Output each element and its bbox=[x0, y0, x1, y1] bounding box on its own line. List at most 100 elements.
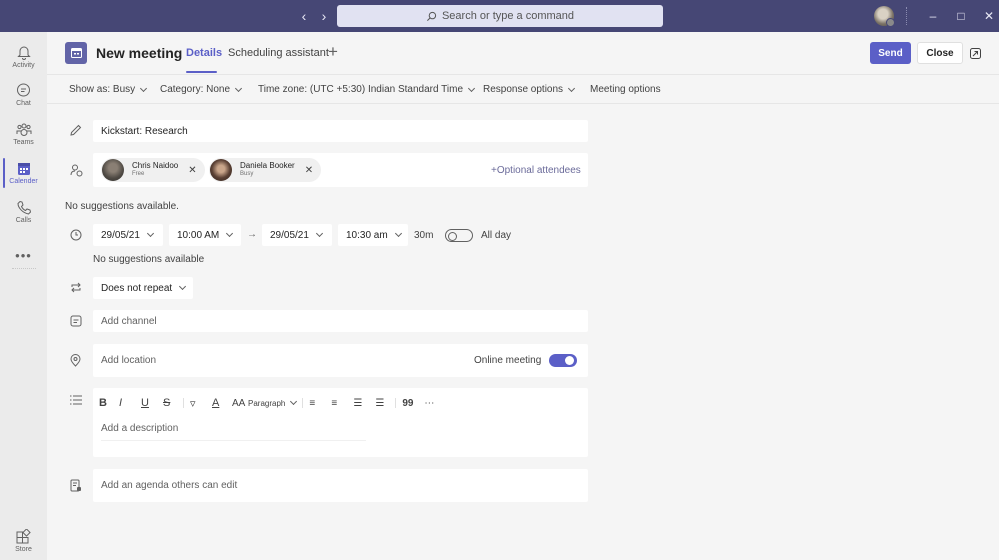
rail-item-calendar[interactable]: Calender bbox=[0, 154, 47, 192]
back-button[interactable]: ‹ bbox=[298, 8, 310, 24]
rail-item-calls[interactable]: Calls bbox=[0, 193, 47, 231]
optional-attendees-link[interactable]: +Optional attendees bbox=[491, 165, 581, 176]
title-input[interactable]: Kickstart: Research bbox=[93, 120, 588, 142]
rail-label: Chat bbox=[16, 100, 31, 107]
close-window-button[interactable]: ✕ bbox=[975, 9, 999, 23]
chevron-down-icon bbox=[146, 229, 154, 238]
remove-attendee-button[interactable]: ✕ bbox=[188, 165, 196, 176]
title-bar: ‹ › Search or type a command – □ ✕ bbox=[0, 0, 999, 32]
list-icon bbox=[70, 395, 82, 405]
more-apps-button[interactable]: ••• bbox=[0, 248, 47, 263]
numbered-list-button[interactable]: ☰ bbox=[375, 398, 389, 409]
chevron-down-icon bbox=[140, 84, 148, 92]
rail-item-store[interactable]: Store bbox=[0, 522, 47, 560]
store-icon bbox=[16, 529, 31, 544]
repeat-icon bbox=[71, 282, 81, 293]
divider bbox=[302, 398, 304, 408]
popout-button[interactable] bbox=[970, 46, 981, 64]
close-button[interactable]: Close bbox=[917, 42, 963, 64]
attendee-info: Daniela Booker Busy bbox=[240, 161, 295, 179]
meeting-options-label: Meeting options bbox=[590, 84, 661, 95]
attendee-chip[interactable]: Daniela Booker Busy ✕ bbox=[209, 158, 322, 182]
strikethrough-button[interactable]: S bbox=[163, 397, 177, 409]
attendee-status: Busy bbox=[240, 171, 254, 177]
minimize-button[interactable]: – bbox=[919, 9, 947, 23]
show-as-dropdown[interactable]: Show as: Busy bbox=[69, 84, 148, 95]
forward-button[interactable]: › bbox=[318, 8, 330, 24]
active-tab-indicator bbox=[186, 71, 217, 73]
title-value: Kickstart: Research bbox=[101, 125, 188, 137]
rail-divider bbox=[12, 268, 36, 269]
italic-button[interactable]: I bbox=[119, 397, 141, 409]
rail-label: Calls bbox=[15, 217, 32, 224]
start-date-dropdown[interactable]: 29/05/21 bbox=[93, 224, 163, 246]
chevron-down-icon bbox=[315, 229, 323, 238]
paragraph-label: Paragraph bbox=[248, 398, 286, 408]
profile-avatar[interactable] bbox=[874, 6, 895, 27]
end-time-value: 10:30 am bbox=[346, 229, 388, 241]
more-options-button[interactable]: ⋯ bbox=[424, 398, 434, 409]
start-time-value: 10:00 AM bbox=[177, 229, 220, 241]
chevron-down-icon bbox=[226, 229, 234, 238]
end-date-dropdown[interactable]: 29/05/21 bbox=[262, 224, 332, 246]
meeting-header: New meeting Details Scheduling assistant… bbox=[47, 32, 999, 75]
meeting-options-link[interactable]: Meeting options bbox=[590, 84, 661, 95]
send-button[interactable]: Send bbox=[870, 42, 911, 64]
font-color-button[interactable]: A bbox=[212, 397, 232, 409]
app-rail: Activity Chat Teams Calender Calls ••• S… bbox=[0, 32, 47, 560]
add-tab-button[interactable]: + bbox=[328, 42, 338, 62]
category-dropdown[interactable]: Category: None bbox=[160, 84, 243, 95]
response-options-label: Response options bbox=[483, 84, 564, 95]
history-nav: ‹ › bbox=[298, 8, 330, 24]
bullet-list-button[interactable]: ☰ bbox=[353, 398, 375, 409]
decrease-indent-button[interactable]: ≡ bbox=[309, 398, 331, 409]
time-zone-dropdown[interactable]: Time zone: (UTC +5:30) Indian Standard T… bbox=[258, 84, 476, 95]
agenda-input[interactable]: Add an agenda others can edit bbox=[93, 469, 588, 502]
duration-label: 30m bbox=[414, 230, 434, 241]
all-day-toggle[interactable] bbox=[445, 229, 473, 242]
meeting-app-icon bbox=[65, 42, 87, 64]
meeting-options-bar: Show as: Busy Category: None Time zone: … bbox=[47, 76, 999, 104]
attendee-status: Free bbox=[132, 171, 145, 177]
rail-item-teams[interactable]: Teams bbox=[0, 115, 47, 153]
description-editor[interactable]: B I U S ▿ A AA Paragraph ≡ ≡ ☰ ☰ 99 ⋯ Ad… bbox=[93, 388, 588, 457]
start-time-dropdown[interactable]: 10:00 AM bbox=[169, 224, 241, 246]
increase-indent-button[interactable]: ≡ bbox=[331, 398, 353, 409]
channel-input[interactable]: Add channel bbox=[93, 310, 588, 332]
start-date-value: 29/05/21 bbox=[101, 229, 140, 241]
end-date-value: 29/05/21 bbox=[270, 229, 309, 241]
pencil-icon bbox=[70, 124, 82, 136]
quote-button[interactable]: 99 bbox=[402, 398, 424, 409]
rail-label: Teams bbox=[13, 139, 34, 146]
online-meeting-toggle[interactable] bbox=[549, 354, 577, 367]
rail-item-activity[interactable]: Activity bbox=[0, 38, 47, 76]
search-input[interactable]: Search or type a command bbox=[337, 5, 663, 27]
remove-attendee-button[interactable]: ✕ bbox=[305, 165, 313, 176]
tab-details[interactable]: Details bbox=[186, 47, 222, 59]
agenda-placeholder: Add an agenda others can edit bbox=[101, 480, 238, 491]
chevron-down-icon bbox=[394, 229, 402, 238]
highlight-button[interactable]: ▿ bbox=[190, 397, 212, 410]
repeat-dropdown[interactable]: Does not repeat bbox=[93, 277, 193, 299]
maximize-button[interactable]: □ bbox=[947, 9, 975, 23]
font-size-button[interactable]: AA bbox=[232, 398, 248, 409]
divider bbox=[906, 7, 907, 25]
chevron-down-icon bbox=[568, 84, 576, 92]
end-time-dropdown[interactable]: 10:30 am bbox=[338, 224, 408, 246]
popout-icon bbox=[970, 48, 981, 59]
teams-icon bbox=[16, 123, 31, 136]
agenda-icon bbox=[70, 479, 81, 492]
divider bbox=[395, 398, 397, 408]
avatar bbox=[210, 159, 232, 181]
tab-scheduling-assistant[interactable]: Scheduling assistant bbox=[228, 47, 329, 59]
paragraph-dropdown[interactable]: Paragraph bbox=[248, 397, 298, 408]
rail-item-chat[interactable]: Chat bbox=[0, 76, 47, 114]
attendee-chip[interactable]: Chris Naidoo Free ✕ bbox=[101, 158, 205, 182]
response-options-dropdown[interactable]: Response options bbox=[483, 84, 576, 95]
all-day-label: All day bbox=[481, 230, 512, 241]
show-as-label: Show as: Busy bbox=[69, 84, 136, 95]
bold-button[interactable]: B bbox=[99, 397, 119, 409]
underline-button[interactable]: U bbox=[141, 397, 163, 409]
bell-icon bbox=[16, 46, 31, 60]
chevron-down-icon bbox=[290, 397, 298, 406]
